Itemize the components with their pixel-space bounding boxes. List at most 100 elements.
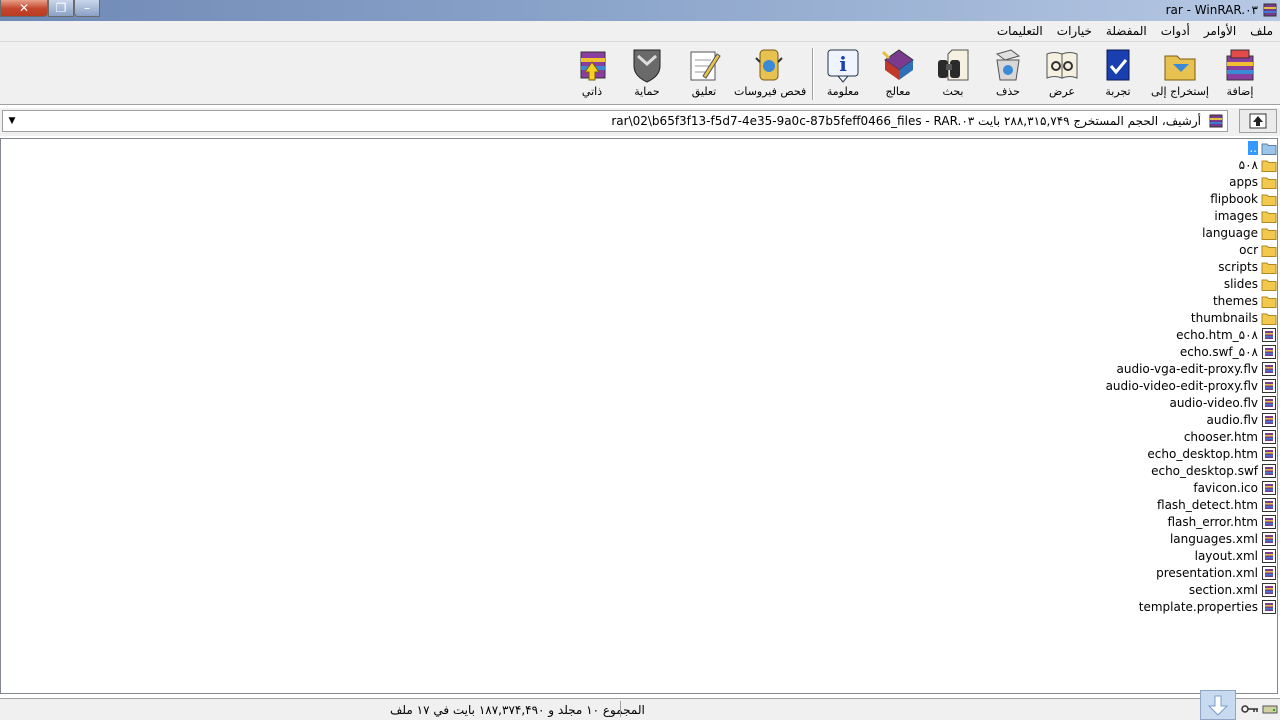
view-button[interactable]: عرض xyxy=(1034,46,1090,102)
file-row[interactable]: echo_desktop.htm xyxy=(877,445,1277,462)
file-row[interactable]: echo.swf_۵۰۸ xyxy=(877,343,1277,360)
folder-icon xyxy=(1261,242,1277,258)
folder-row[interactable]: thumbnails xyxy=(877,309,1277,326)
file-name: layout.xml xyxy=(1194,548,1258,563)
file-name: flipbook xyxy=(1210,191,1258,206)
drive-icon xyxy=(1262,705,1278,714)
test-button[interactable]: تجربة xyxy=(1090,46,1146,102)
folder-row[interactable]: themes xyxy=(877,292,1277,309)
menu-options[interactable]: خيارات xyxy=(1050,24,1099,38)
file-row[interactable]: echo_desktop.swf xyxy=(877,462,1277,479)
file-row[interactable]: template.properties xyxy=(877,598,1277,615)
file-row[interactable]: section.xml xyxy=(877,581,1277,598)
file-row[interactable]: presentation.xml xyxy=(877,564,1277,581)
file-row[interactable]: audio-video.flv xyxy=(877,394,1277,411)
file-name: .. xyxy=(1248,140,1258,155)
archive-file-icon xyxy=(1261,395,1277,411)
menu-help[interactable]: التعليمات xyxy=(990,24,1050,38)
menu-favorites[interactable]: المفضلة xyxy=(1099,24,1154,38)
svg-text:i: i xyxy=(839,52,847,76)
folder-icon xyxy=(1261,191,1277,207)
add-archive-icon xyxy=(1226,49,1254,81)
file-rows: .. ۵۰۸ apps flipbook images language ocr script… xyxy=(877,139,1277,615)
comment-icon xyxy=(690,51,721,81)
file-name: scripts xyxy=(1218,259,1258,274)
parent-folder-icon xyxy=(1261,140,1277,156)
file-row[interactable]: audio-video-edit-proxy.flv xyxy=(877,377,1277,394)
folder-icon xyxy=(1261,276,1277,292)
file-row[interactable]: audio.flv xyxy=(877,411,1277,428)
file-name: audio-video-edit-proxy.flv xyxy=(1105,378,1258,393)
close-button[interactable]: ✕ xyxy=(0,0,48,17)
info-button[interactable]: i معلومة xyxy=(815,46,871,102)
sfx-button[interactable]: ذاتي xyxy=(564,46,620,102)
file-name: presentation.xml xyxy=(1156,565,1258,580)
wizard-icon xyxy=(881,49,914,80)
add-button[interactable]: إضافة xyxy=(1212,46,1268,102)
file-list[interactable]: .. ۵۰۸ apps flipbook images language ocr script… xyxy=(0,138,1278,694)
file-name: images xyxy=(1214,208,1258,223)
folder-row[interactable]: slides xyxy=(877,275,1277,292)
maximize-button[interactable]: ❐ xyxy=(48,0,74,17)
extract-to-icon xyxy=(1164,55,1196,81)
folder-row[interactable]: flipbook xyxy=(877,190,1277,207)
toolbar-separator xyxy=(812,48,814,100)
folder-icon xyxy=(1261,174,1277,190)
menu-bar: ملف الأوامر أدوات المفضلة خيارات التعليم… xyxy=(0,21,1280,41)
file-row[interactable]: layout.xml xyxy=(877,547,1277,564)
file-name: themes xyxy=(1212,293,1258,308)
minimize-button[interactable]: – xyxy=(74,0,100,17)
file-name: ocr xyxy=(1239,242,1258,257)
folder-row[interactable]: language xyxy=(877,224,1277,241)
delete-button[interactable]: حذف xyxy=(980,46,1036,102)
folder-row[interactable]: ۵۰۸ xyxy=(877,156,1277,173)
file-name: template.properties xyxy=(1138,599,1258,614)
file-name: echo_desktop.swf xyxy=(1151,463,1258,478)
chevron-down-icon[interactable]: ▼ xyxy=(5,114,19,128)
folder-icon xyxy=(1261,208,1277,224)
archive-file-icon xyxy=(1261,446,1277,462)
file-name: ۵۰۸ xyxy=(1238,157,1258,172)
file-row[interactable]: flash_detect.htm xyxy=(877,496,1277,513)
find-label: بحث xyxy=(942,85,964,98)
file-row[interactable]: audio-vga-edit-proxy.flv xyxy=(877,360,1277,377)
file-name: languages.xml xyxy=(1169,531,1258,546)
protect-icon xyxy=(633,49,661,83)
file-row[interactable]: favicon.ico xyxy=(877,479,1277,496)
file-name: section.xml xyxy=(1188,582,1258,597)
file-name: audio-video.flv xyxy=(1169,395,1258,410)
wizard-button[interactable]: معالج xyxy=(870,46,926,102)
protect-button[interactable]: حماية xyxy=(619,46,675,102)
path-field[interactable]: ▼ rar\02\b65f3f13-f5d7-4e35-9a0c-87b5fef… xyxy=(2,110,1228,132)
folder-icon xyxy=(1261,259,1277,275)
add-label: إضافة xyxy=(1226,85,1254,98)
folder-row[interactable]: scripts xyxy=(877,258,1277,275)
folder-row[interactable]: images xyxy=(877,207,1277,224)
up-folder-button[interactable] xyxy=(1239,109,1277,133)
file-row[interactable]: flash_error.htm xyxy=(877,513,1277,530)
menu-file[interactable]: ملف xyxy=(1243,24,1280,38)
find-button[interactable]: بحث xyxy=(925,46,981,102)
address-bar: ▼ rar\02\b65f3f13-f5d7-4e35-9a0c-87b5fef… xyxy=(0,108,1280,136)
parent-folder-row[interactable]: .. xyxy=(877,139,1277,156)
menu-commands[interactable]: الأوامر xyxy=(1197,24,1243,38)
file-row[interactable]: languages.xml xyxy=(877,530,1277,547)
archive-file-icon xyxy=(1261,531,1277,547)
download-button[interactable] xyxy=(1200,690,1236,720)
file-row[interactable]: echo.htm_۵۰۸ xyxy=(877,326,1277,343)
archive-file-icon xyxy=(1261,429,1277,445)
file-row[interactable]: chooser.htm xyxy=(877,428,1277,445)
status-summary: المجموع ۱۰ مجلد و ۱۸۷,۳۷۴,۴۹۰ بايت في ۱۷… xyxy=(390,703,645,717)
test-icon xyxy=(1106,49,1130,81)
virus-scan-button[interactable]: فحص فيروسات xyxy=(734,46,806,102)
file-name: flash_error.htm xyxy=(1167,514,1258,529)
archive-file-icon xyxy=(1261,480,1277,496)
extract-to-button[interactable]: إستخراج إلى xyxy=(1150,46,1210,102)
menu-tools[interactable]: أدوات xyxy=(1154,24,1197,38)
window-controls: ✕ ❐ – xyxy=(0,0,100,19)
file-name: thumbnails xyxy=(1190,310,1258,325)
folder-row[interactable]: apps xyxy=(877,173,1277,190)
key-icon xyxy=(1241,705,1258,713)
comment-button[interactable]: تعليق xyxy=(676,46,732,102)
folder-row[interactable]: ocr xyxy=(877,241,1277,258)
